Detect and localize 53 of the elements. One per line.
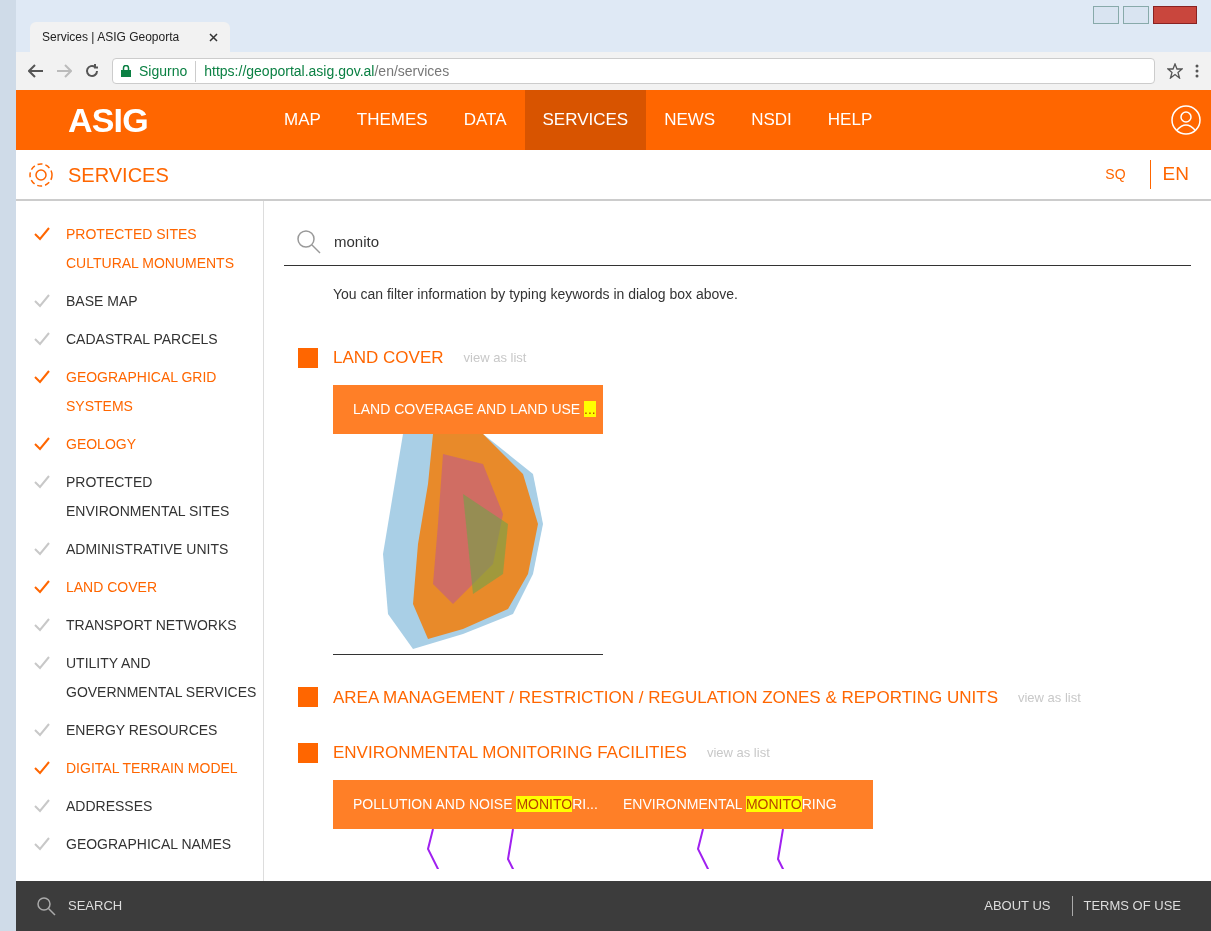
nav-link[interactable]: SERVICES [524,90,647,150]
footer-link[interactable]: TERMS OF USE [1072,896,1191,916]
theme-filter-link[interactable]: UTILITY AND GOVERNMENTAL SERVICES [66,649,259,707]
search-icon [36,896,56,916]
site-logo[interactable]: ASIG [68,94,148,146]
nav-link[interactable]: THEMES [338,90,446,150]
nav-link[interactable]: NSDI [733,90,810,150]
user-icon[interactable] [1171,105,1201,135]
nav-link[interactable]: DATA [445,90,525,150]
theme-filter-link[interactable]: PROTECTED ENVIRONMENTAL SITES [66,468,259,526]
service-card[interactable]: LAND COVERAGE AND LAND USE ... [333,384,603,655]
theme-filter-link[interactable]: BASE MAP [66,287,138,316]
category-square [298,742,318,763]
theme-filter-link[interactable]: LAND COVER [66,573,158,602]
reload-icon[interactable] [84,63,100,79]
theme-filter-link[interactable]: ADDRESSES [66,792,153,821]
category-title: AREA MANAGEMENT / RESTRICTION / REGULATION ZONES & REPORTING UNITS [333,686,998,709]
search-field[interactable]: monito [284,229,1191,266]
theme-filter-link[interactable]: ENERGY RESOURCES [66,716,218,745]
address-bar[interactable]: Sigurno https://geoportal.asig.gov.al/en/services [112,58,1155,84]
browser-tab[interactable]: Services | ASIG Geoporta [30,22,230,52]
theme-filter-link[interactable]: TRANSPORT NETWORKS [66,611,237,640]
service-card-title: LAND COVERAGE AND LAND USE ... [353,399,596,419]
theme-filter-link[interactable]: CADASTRAL PARCELS [66,325,218,354]
theme-filter-link[interactable]: GEOGRAPHICAL GRID SYSTEMS [66,363,259,421]
menu-icon[interactable] [1195,64,1199,78]
theme-filter-link[interactable]: DIGITAL TERRAIN MODEL [66,754,238,783]
security-label: Sigurno [139,60,197,82]
search-icon [296,229,322,255]
nav-link[interactable]: HELP [809,90,891,150]
filter-hint: You can filter information by typing keywords in dialog box above. [332,285,739,304]
service-card-title: POLLUTION AND NOISE MONITORI... [353,794,598,814]
url-text: https://geoportal.asig.gov.al/en/services [204,61,450,81]
theme-filter-link[interactable]: GEOLOGY [66,430,137,459]
service-card-title: ENVIRONMENTAL MONITORING [623,794,837,814]
theme-filter-link[interactable]: ADMINISTRATIVE UNITS [66,535,229,564]
nav-link[interactable]: MAP [266,90,339,150]
footer-search-link[interactable]: SEARCH [68,896,123,916]
category-title: LAND COVER [333,347,444,369]
lock-icon [121,65,131,77]
footer-link[interactable]: ABOUT US [974,896,1061,916]
theme-filter-link[interactable]: GEOGRAPHICAL NAMES [66,830,232,859]
category-title: ENVIRONMENTAL MONITORING FACILITIES [333,742,687,764]
close-icon[interactable] [209,32,218,42]
back-icon[interactable] [28,64,44,78]
theme-filter-link[interactable]: PROTECTED SITES CULTURAL MONUMENTS [66,220,259,278]
page-title: SERVICES [68,162,169,188]
star-icon[interactable] [1167,63,1183,79]
category-square [298,347,318,368]
language-link[interactable]: SQ [1093,164,1138,185]
nav-link[interactable]: NEWS [646,90,734,150]
category-square [298,687,318,708]
language-link[interactable]: EN [1149,160,1201,189]
